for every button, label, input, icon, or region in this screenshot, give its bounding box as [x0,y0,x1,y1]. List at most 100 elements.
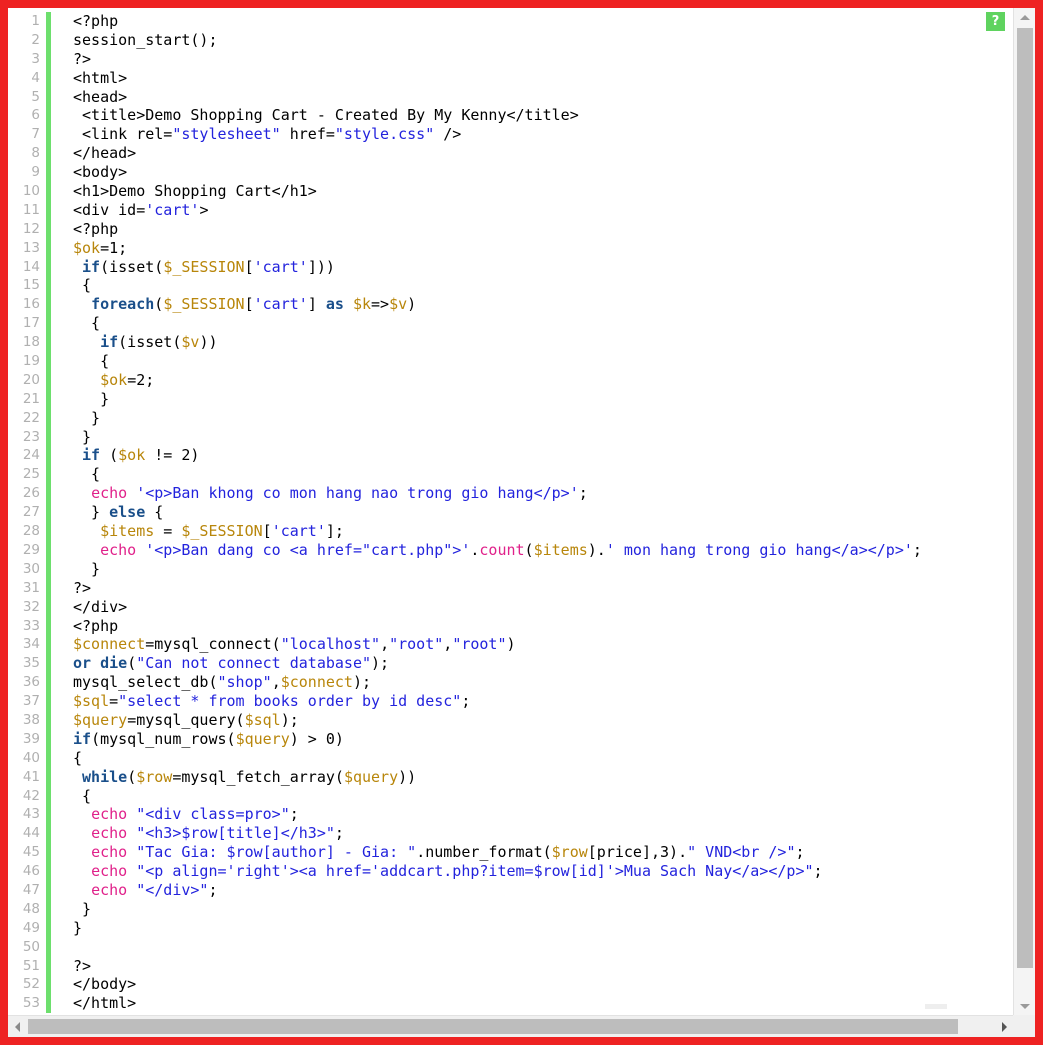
code-line-row[interactable]: 36 mysql_select_db("shop",$connect); [8,673,1013,693]
code-line-row[interactable]: 22 } [8,408,1013,428]
code-line-row[interactable]: 44 echo "<h3>$row[title]</h3>"; [8,824,1013,844]
scroll-left-button[interactable] [8,1016,26,1037]
code-line-row[interactable]: 5 <head> [8,87,1013,107]
code-line-row[interactable]: 39 if(mysql_num_rows($query) > 0) [8,729,1013,749]
code-line-row[interactable]: 31 ?> [8,578,1013,598]
code-viewport[interactable]: 1 <?php 2 session_start(); 3 ?> 4 <html> 5 <head>… [8,8,1013,1015]
code-text[interactable]: <?php [51,617,1013,636]
code-line-row[interactable]: 50 [8,937,1013,957]
code-text[interactable]: } [51,919,1013,938]
code-line-row[interactable]: 29 echo '<p>Ban dang co <a href="cart.ph… [8,540,1013,560]
code-text[interactable]: $ok=1; [51,239,1013,258]
code-line-row[interactable]: 24 if ($ok != 2) [8,446,1013,466]
code-line-row[interactable]: 26 echo '<p>Ban khong co mon hang nao tr… [8,484,1013,504]
code-content[interactable]: 1 <?php 2 session_start(); 3 ?> 4 <html> 5 <head>… [8,12,1013,1014]
scroll-right-button[interactable] [995,1016,1013,1037]
code-text[interactable]: <h1>Demo Shopping Cart</h1> [51,182,1013,201]
code-line-row[interactable]: 42 { [8,786,1013,806]
code-line-row[interactable]: 45 echo "Tac Gia: $row[author] - Gia: ".… [8,843,1013,863]
code-text[interactable]: } [51,390,1013,409]
horizontal-scrollbar-thumb[interactable] [28,1019,958,1034]
code-line-row[interactable]: 49} [8,918,1013,938]
code-line-row[interactable]: 7 <link rel="stylesheet" href="style.css… [8,125,1013,145]
code-line-row[interactable]: 51 ?> [8,956,1013,976]
code-line-row[interactable]: 4 <html> [8,68,1013,88]
code-line-row[interactable]: 23 } [8,427,1013,447]
vertical-scrollbar-thumb[interactable] [1017,28,1033,968]
code-text[interactable]: { [51,314,1013,333]
code-text[interactable]: echo "</div>"; [51,881,1013,900]
code-line-row[interactable]: 30 } [8,559,1013,579]
scroll-up-button[interactable] [1014,8,1035,26]
code-text[interactable]: { [51,465,1013,484]
code-line-row[interactable]: 13 $ok=1; [8,238,1013,258]
code-line-row[interactable]: 11 <div id='cart'> [8,200,1013,220]
scroll-down-button[interactable] [1014,997,1035,1015]
code-line-row[interactable]: 33 <?php [8,616,1013,636]
code-text[interactable]: </body> [51,975,1013,994]
code-line-row[interactable]: 21 } [8,389,1013,409]
code-text[interactable]: $query=mysql_query($sql); [51,711,1013,730]
code-line-row[interactable]: 25 { [8,465,1013,485]
code-line-row[interactable]: 6 <title>Demo Shopping Cart - Created By… [8,106,1013,126]
code-line-row[interactable]: 3 ?> [8,49,1013,69]
code-line-row[interactable]: 10 <h1>Demo Shopping Cart</h1> [8,182,1013,201]
code-line-row[interactable]: 47 echo "</div>"; [8,880,1013,900]
code-text[interactable]: echo '<p>Ban khong co mon hang nao trong… [51,484,1013,503]
code-text[interactable]: echo "<div class=pro>"; [51,805,1013,824]
code-text[interactable]: or die("Can not connect database"); [51,654,1013,673]
code-line-row[interactable]: 17 { [8,314,1013,334]
code-line-row[interactable]: 9 <body> [8,163,1013,183]
code-text[interactable]: mysql_select_db("shop",$connect); [51,673,1013,692]
code-text[interactable]: <body> [51,163,1013,182]
code-line-row[interactable]: 20 $ok=2; [8,370,1013,390]
code-text[interactable]: if ($ok != 2) [51,446,1013,465]
code-text[interactable]: { [51,352,1013,371]
code-line-row[interactable]: 16 foreach($_SESSION['cart'] as $k=>$v) [8,295,1013,315]
code-line-row[interactable]: 15 { [8,276,1013,296]
code-text[interactable]: $items = $_SESSION['cart']; [51,522,1013,541]
code-text[interactable]: } [51,428,1013,447]
code-line-row[interactable]: 48 } [8,899,1013,919]
code-text[interactable]: while($row=mysql_fetch_array($query)) [51,768,1013,787]
code-text[interactable]: } [51,409,1013,428]
code-text[interactable]: if(isset($v)) [51,333,1013,352]
code-text[interactable]: { [51,749,1013,768]
code-text[interactable]: } [51,900,1013,919]
code-text[interactable]: foreach($_SESSION['cart'] as $k=>$v) [51,295,1013,314]
vertical-scrollbar[interactable] [1013,8,1035,1015]
code-text[interactable]: session_start(); [51,31,1013,50]
code-text[interactable]: <?php [51,12,1013,31]
code-line-row[interactable]: 12 <?php [8,219,1013,239]
code-line-row[interactable]: 27 } else { [8,503,1013,523]
code-text[interactable]: echo "<h3>$row[title]</h3>"; [51,824,1013,843]
code-text[interactable]: $ok=2; [51,371,1013,390]
code-line-row[interactable]: 28 $items = $_SESSION['cart']; [8,522,1013,541]
code-text[interactable]: echo "<p align='right'><a href='addcart.… [51,862,1013,881]
code-line-row[interactable]: 34 $connect=mysql_connect("localhost","ro… [8,635,1013,655]
code-line-row[interactable]: 40 { [8,748,1013,768]
code-line-row[interactable]: 41 while($row=mysql_fetch_array($query)) [8,767,1013,787]
code-text[interactable]: if(isset($_SESSION['cart'])) [51,258,1013,277]
code-text[interactable]: <link rel="stylesheet" href="style.css" … [51,125,1013,144]
code-line-row[interactable]: 8 </head> [8,144,1013,164]
code-line-row[interactable]: 38 $query=mysql_query($sql); [8,710,1013,730]
code-line-row[interactable]: 53 </html> [8,994,1013,1014]
code-text[interactable]: <?php [51,220,1013,239]
code-line-row[interactable]: 19 { [8,352,1013,371]
code-line-row[interactable]: 1 <?php [8,12,1013,31]
code-line-row[interactable]: 37 $sql="select * from books order by id … [8,692,1013,711]
code-text[interactable]: echo "Tac Gia: $row[author] - Gia: ".num… [51,843,1013,862]
code-text[interactable]: </head> [51,144,1013,163]
code-text[interactable]: ?> [51,579,1013,598]
code-text[interactable]: ?> [51,957,1013,976]
code-text[interactable]: if(mysql_num_rows($query) > 0) [51,730,1013,749]
code-text[interactable]: $connect=mysql_connect("localhost","root… [51,635,1013,654]
horizontal-scrollbar[interactable] [8,1015,1013,1037]
code-line-row[interactable]: 18 if(isset($v)) [8,333,1013,353]
code-text[interactable]: <title>Demo Shopping Cart - Created By M… [51,106,1013,125]
code-text[interactable]: </div> [51,598,1013,617]
code-text[interactable]: } else { [51,503,1013,522]
code-text[interactable]: { [51,787,1013,806]
code-line-row[interactable]: 35 or die("Can not connect database"); [8,654,1013,674]
